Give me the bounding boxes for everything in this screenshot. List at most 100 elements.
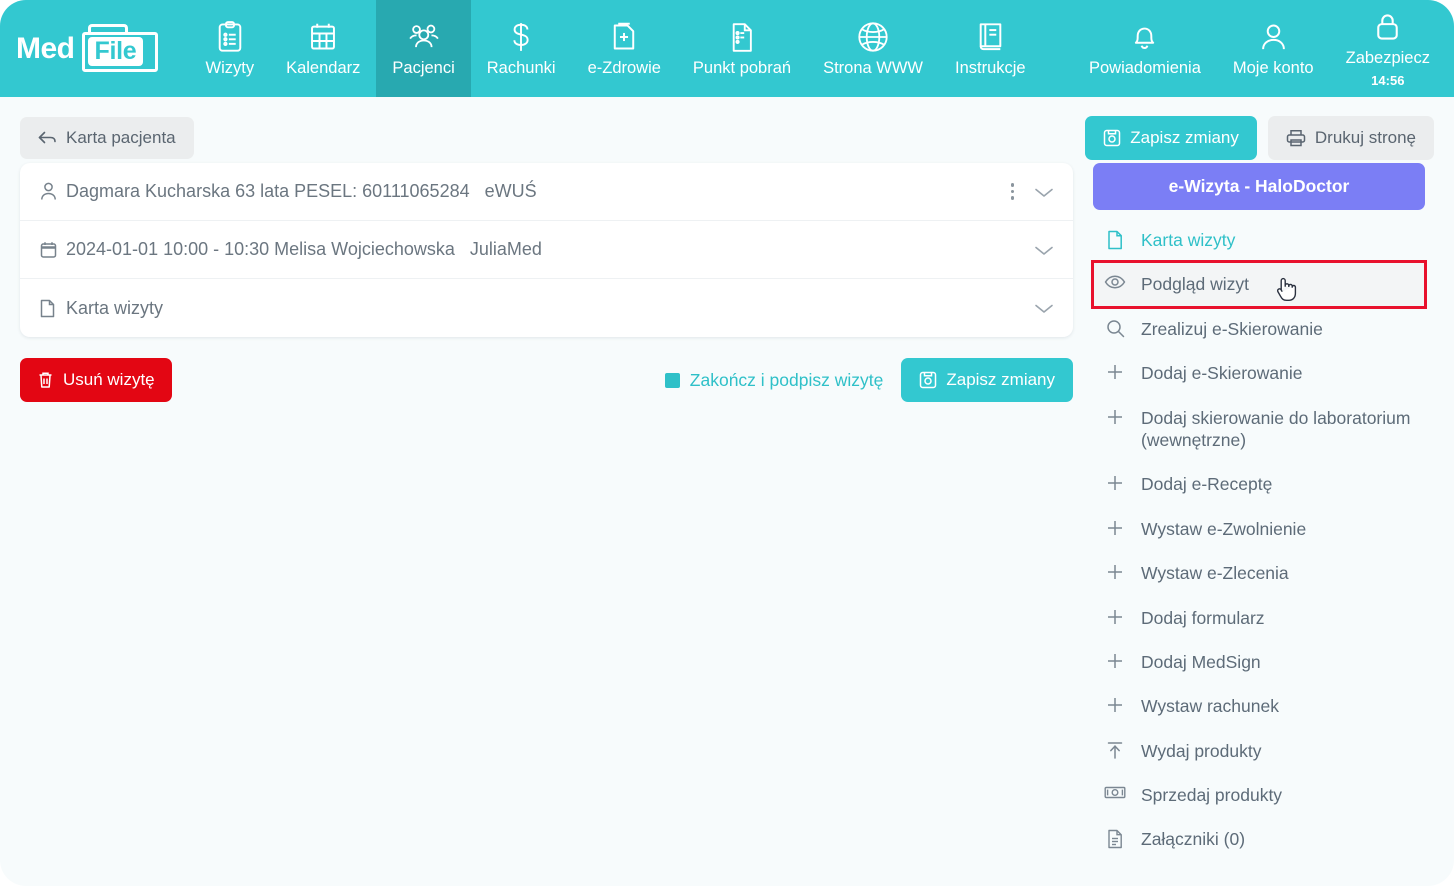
banknote-icon [1103, 785, 1127, 800]
save-button-label: Zapisz zmiany [1130, 128, 1239, 147]
row-actions [1033, 243, 1055, 257]
trash-icon [37, 371, 54, 389]
book-icon [977, 20, 1004, 54]
nav-item-moje-konto[interactable]: Moje konto [1217, 0, 1330, 97]
plus-icon [1103, 563, 1127, 581]
patient-info-text: Dagmara Kucharska 63 lata PESEL: 6011106… [66, 181, 470, 201]
e-wizyta-halodoctor-button[interactable]: e-Wizyta - HaloDoctor [1093, 163, 1425, 210]
clipboard-icon [216, 20, 244, 54]
sidebar-item-dodaj-skierowanie-laboratorium[interactable]: Dodaj skierowanie do laboratorium (wewnę… [1093, 396, 1425, 463]
save-changes-button-top[interactable]: Zapisz zmiany [1085, 116, 1257, 160]
nav-label: Kalendarz [286, 59, 361, 78]
app-logo[interactable]: Med File [2, 0, 172, 97]
sidebar-item-label: Dodaj MedSign [1141, 651, 1261, 672]
print-page-button[interactable]: Drukuj stronę [1267, 116, 1434, 160]
sidebar-item-label: Zrealizuj e-Skierowanie [1141, 318, 1323, 339]
visit-card-text: Karta wizyty [66, 297, 164, 318]
health-card-icon [610, 20, 638, 54]
top-navigation-bar: Med File Wizyty Kalendarz Pacjenci Rachu… [0, 0, 1454, 97]
nav-item-zabezpiecz[interactable]: Zabezpiecz 14:56 [1330, 0, 1446, 97]
sidebar-item-wystaw-rachunek[interactable]: Wystaw rachunek [1093, 684, 1425, 728]
back-arrow-icon [38, 130, 57, 146]
nav-right-items: Powiadomienia Moje konto Zabezpiecz 14:5… [1073, 0, 1454, 97]
sidebar-item-label: Dodaj skierowanie do laboratorium (wewnę… [1141, 407, 1411, 450]
dollar-icon [508, 20, 534, 54]
eye-icon [1103, 274, 1127, 290]
save-changes-button-bottom[interactable]: Zapisz zmiany [901, 358, 1073, 402]
printer-icon [1286, 129, 1306, 147]
sidebar-item-zrealizuj-e-skierowanie[interactable]: Zrealizuj e-Skierowanie [1093, 307, 1425, 351]
nav-item-wizyty[interactable]: Wizyty [190, 0, 271, 97]
more-options-icon[interactable] [1006, 179, 1020, 204]
nav-item-powiadomienia[interactable]: Powiadomienia [1073, 0, 1217, 97]
sidebar-item-label: Dodaj formularz [1141, 607, 1265, 628]
nav-item-strona-www[interactable]: Strona WWW [807, 0, 939, 97]
clinic-name-text: JuliaMed [469, 239, 542, 259]
sidebar-item-label: Wydaj produkty [1141, 740, 1262, 761]
checkbox-filled-icon[interactable] [664, 372, 680, 388]
sidebar-item-podglad-wizyt[interactable]: Podgląd wizyt [1091, 260, 1427, 309]
app-window: Med File Wizyty Kalendarz Pacjenci Rachu… [0, 0, 1454, 886]
nav-item-e-zdrowie[interactable]: e-Zdrowie [572, 0, 677, 97]
calendar-icon [309, 20, 337, 54]
sidebar-item-dodaj-e-skierowanie[interactable]: Dodaj e-Skierowanie [1093, 351, 1425, 395]
bell-icon [1131, 20, 1158, 54]
save-disk-icon [1103, 129, 1121, 147]
left-column: Dagmara Kucharska 63 lata PESEL: 6011106… [20, 163, 1073, 402]
right-sidebar: e-Wizyta - HaloDoctor Karta wizyty Podgl… [1091, 163, 1427, 862]
sidebar-item-label: Dodaj e-Receptę [1141, 474, 1273, 495]
sidebar-item-wystaw-e-zwolnienie[interactable]: Wystaw e-Zwolnienie [1093, 507, 1425, 551]
delete-button-label: Usuń wizytę [63, 370, 155, 389]
chevron-down-icon[interactable] [1033, 243, 1055, 257]
back-button-label: Karta pacjenta [66, 128, 176, 147]
card-row-patient[interactable]: Dagmara Kucharska 63 lata PESEL: 6011106… [20, 163, 1073, 221]
nav-item-kalendarz[interactable]: Kalendarz [270, 0, 376, 97]
nav-label: Punkt pobrań [692, 59, 792, 78]
visit-summary-card: Dagmara Kucharska 63 lata PESEL: 6011106… [20, 163, 1073, 337]
plus-icon [1103, 474, 1127, 492]
sidebar-item-dodaj-e-recepte[interactable]: Dodaj e-Receptę [1093, 462, 1425, 506]
main-nav-items: Wizyty Kalendarz Pacjenci Rachunki e-Zdr… [190, 0, 1042, 97]
save-button-label: Zapisz zmiany [946, 370, 1055, 389]
nav-label: Wizyty [205, 59, 255, 78]
sidebar-item-wydaj-produkty[interactable]: Wydaj produkty [1093, 729, 1425, 773]
sidebar-action-list: Karta wizyty Podgląd wizyt Zrealizuj e-S… [1091, 218, 1427, 862]
file-icon [40, 299, 66, 318]
mouse-cursor-pointer [1275, 276, 1297, 304]
back-to-patient-card-button[interactable]: Karta pacjenta [20, 117, 194, 159]
sidebar-item-label: Wystaw e-Zlecenia [1141, 563, 1289, 584]
plus-icon [1103, 363, 1127, 381]
nav-item-rachunki[interactable]: Rachunki [471, 0, 572, 97]
card-row-appointment[interactable]: 2024-01-01 10:00 - 10:30 Melisa Wojciech… [20, 221, 1073, 279]
sidebar-item-dodaj-formularz[interactable]: Dodaj formularz [1093, 596, 1425, 640]
user-icon [1260, 20, 1287, 54]
sidebar-item-dodaj-medsign[interactable]: Dodaj MedSign [1093, 640, 1425, 684]
plus-icon [1103, 408, 1127, 426]
finish-and-sign-visit-toggle[interactable]: Zakończ i podpisz wizytę [664, 369, 884, 391]
sidebar-item-label: Wystaw e-Zwolnienie [1141, 518, 1307, 539]
sidebar-item-karta-wizyty[interactable]: Karta wizyty [1093, 218, 1425, 262]
document-lab-icon [729, 20, 755, 54]
visit-actions-row: Usuń wizytę Zakończ i podpisz wizytę Zap… [20, 358, 1073, 402]
sidebar-item-label: Sprzedaj produkty [1141, 785, 1283, 806]
nav-label: Rachunki [486, 59, 556, 78]
sidebar-item-label: Karta wizyty [1141, 230, 1236, 250]
plus-icon [1103, 696, 1127, 714]
finish-label: Zakończ i podpisz wizytę [689, 369, 884, 390]
sidebar-item-zalaczniki[interactable]: Załączniki (0) [1093, 817, 1425, 861]
nav-item-pacjenci[interactable]: Pacjenci [376, 0, 471, 97]
page-content: Dagmara Kucharska 63 lata PESEL: 6011106… [0, 163, 1454, 862]
sidebar-item-wystaw-e-zlecenia[interactable]: Wystaw e-Zlecenia [1093, 551, 1425, 595]
lock-icon [1374, 10, 1401, 44]
nav-item-instrukcje[interactable]: Instrukcje [939, 0, 1042, 97]
delete-visit-button[interactable]: Usuń wizytę [20, 358, 172, 402]
card-row-visit-card[interactable]: Karta wizyty [20, 279, 1073, 337]
nav-label: Moje konto [1232, 59, 1314, 78]
sidebar-item-label: Załączniki (0) [1141, 829, 1246, 850]
person-icon [40, 182, 66, 201]
sidebar-item-sprzedaj-produkty[interactable]: Sprzedaj produkty [1093, 773, 1425, 817]
nav-label: Instrukcje [955, 59, 1026, 78]
nav-item-punkt-pobran[interactable]: Punkt pobrań [677, 0, 807, 97]
chevron-down-icon[interactable] [1033, 301, 1055, 315]
chevron-down-icon[interactable] [1033, 185, 1055, 199]
